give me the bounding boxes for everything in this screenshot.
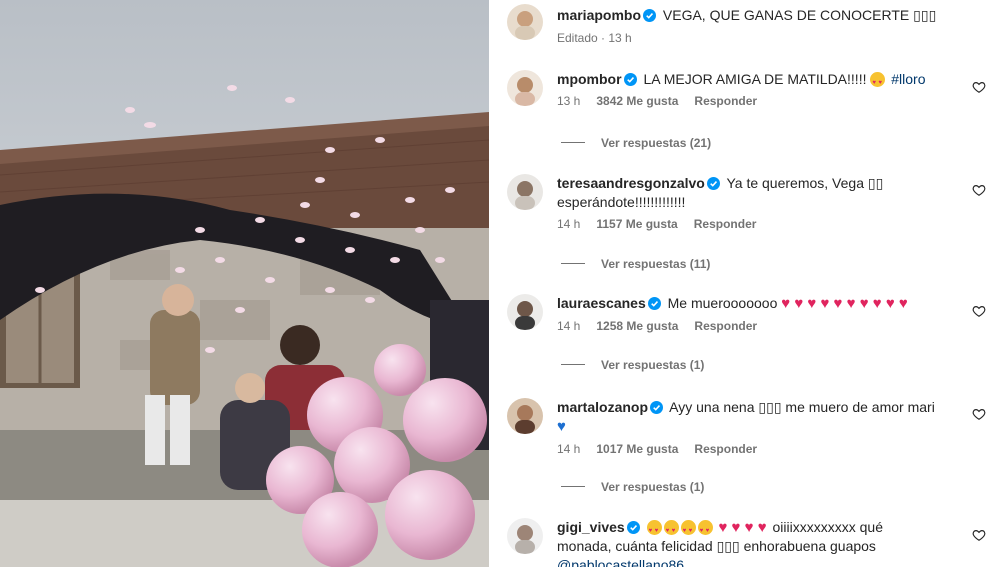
comment-glyphs: ▯▯ [867,176,884,192]
comment-username[interactable]: teresaandresgonzalvo [557,175,705,191]
comment-text-line3: enhorabuena guapos [743,538,876,554]
comment-glyphs: ▯▯▯ [716,539,740,555]
view-replies-label: Ver respuestas (1) [601,358,705,372]
heart-eyes-emoji-icon [870,72,886,92]
caption-text: VEGA, QUE GANAS DE CONOCERTE [662,7,910,23]
hashtag-link[interactable]: #lloro [891,71,925,87]
heart-eyes-emoji-icon [663,520,679,540]
red-heart-emojis: ♥ ♥ ♥ ♥ ♥ ♥ ♥ ♥ ♥ ♥ [781,295,908,312]
caption-glyphs: ▯▯▯ [913,8,937,24]
comment-text-line2: monada, cuánta felicidad [557,538,713,554]
comment-time[interactable]: 14 h [557,217,580,231]
verified-badge-icon [650,401,664,414]
edited-label: Editado [557,31,598,45]
view-replies-button[interactable]: Ver respuestas (1) [561,480,704,494]
comments-panel: mariapombo VEGA, QUE GANAS DE CONOCERTE … [489,0,1000,567]
view-replies-label: Ver respuestas (1) [601,480,705,494]
avatar-mariapombo[interactable] [507,4,543,40]
comment-likes[interactable]: 1258 Me gusta [596,319,678,333]
comment-time[interactable]: 14 h [557,319,580,333]
comment-likes[interactable]: 3842 Me gusta [596,94,678,108]
post-caption: mariapombo VEGA, QUE GANAS DE CONOCERTE … [557,7,937,45]
reply-button[interactable]: Responder [694,319,757,333]
comment-username[interactable]: mpombor [557,71,622,87]
reply-button[interactable]: Responder [694,442,757,456]
comment-text-after: me muero de amor mari [785,399,935,415]
comment-username[interactable]: lauraescanes [557,295,646,311]
view-replies-label: Ver respuestas (21) [601,136,712,150]
comment-username[interactable]: martalozanop [557,399,648,415]
comment-time[interactable]: 13 h [557,94,580,108]
heart-outline-icon[interactable] [972,304,986,318]
comment-text-line2: esperándote!!!!!!!!!!!!! [557,194,686,210]
comment-likes[interactable]: 1017 Me gusta [596,442,678,456]
avatar-gigi-vives[interactable] [507,518,543,554]
heart-outline-icon[interactable] [972,183,986,197]
post-photo[interactable] [0,0,489,567]
view-replies-button[interactable]: Ver respuestas (21) [561,136,711,150]
comment-glyphs: ▯▯▯ [758,400,782,416]
replies-divider [561,364,585,365]
heart-outline-icon[interactable] [972,407,986,421]
heart-outline-icon[interactable] [972,80,986,94]
replies-divider [561,486,585,487]
caption-username[interactable]: mariapombo [557,7,641,23]
view-replies-button[interactable]: Ver respuestas (11) [561,257,710,271]
heart-eyes-emoji-icon [697,520,713,540]
heart-eyes-emoji-icon [680,520,696,540]
verified-badge-icon [643,9,657,22]
replies-divider [561,263,585,264]
comment-username[interactable]: gigi_vives [557,519,625,535]
avatar-lauraescanes[interactable] [507,294,543,330]
caption-time[interactable]: 13 h [608,31,631,45]
blue-heart-emoji: ♥ [557,418,566,435]
avatar-teresaandresgonzalvo[interactable] [507,174,543,210]
comment-text: Ya te queremos, Vega [726,175,864,191]
reply-button[interactable]: Responder [694,94,757,108]
heart-outline-icon[interactable] [972,528,986,542]
comment-time[interactable]: 14 h [557,442,580,456]
reply-button[interactable]: Responder [694,217,757,231]
verified-badge-icon [626,521,640,534]
verified-badge-icon [706,177,720,190]
comment-text: LA MEJOR AMIGA DE MATILDA!!!!! [643,71,867,87]
replies-divider [561,142,585,143]
view-replies-button[interactable]: Ver respuestas (1) [561,358,704,372]
mention-link[interactable]: @pablocastellano86 [557,557,684,567]
verified-badge-icon [647,297,661,310]
avatar-mpombor[interactable] [507,70,543,106]
red-heart-emojis: ♥ ♥ ♥ ♥ [718,519,767,536]
avatar-martalozanop[interactable] [507,398,543,434]
heart-eyes-emoji-icon [646,520,662,540]
comment-text: Me muerooooooo [667,295,778,311]
comment-likes[interactable]: 1157 Me gusta [596,217,677,231]
comment-text: Ayy una nena [669,399,755,415]
view-replies-label: Ver respuestas (11) [601,257,711,271]
gender-reveal-image [0,0,489,567]
verified-badge-icon [623,73,637,86]
comment-text: oiiiixxxxxxxxx qué [772,519,883,535]
